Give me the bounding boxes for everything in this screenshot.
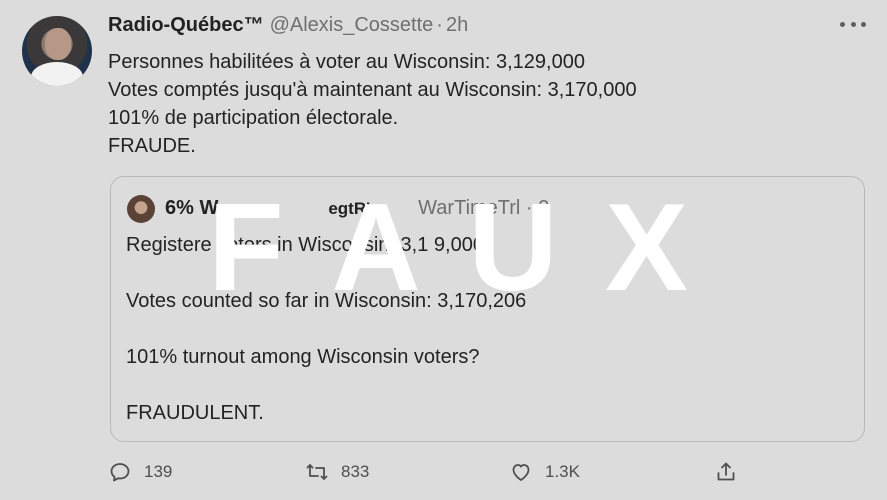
quoted-text: Registere voters in Wisconsin: 3,1 9,000… <box>126 231 526 427</box>
quoted-author-name-tail: egtR' <box>328 199 371 218</box>
action-bar: 139 833 1.3K <box>108 460 848 488</box>
quoted-header: 6% W egtR' WarTimeTrl · 2 <box>165 197 549 220</box>
tweet-card[interactable]: Radio-Québec™ @Alexis_Cossette · 2h Personn… <box>0 0 887 500</box>
tweet-line: 101% de participation électorale. <box>108 107 399 129</box>
reply-count: 139 <box>144 462 173 481</box>
author-avatar[interactable] <box>22 16 92 86</box>
quoted-line <box>126 259 526 287</box>
tweet-line: Personnes habilitées à voter au Wisconsi… <box>108 51 585 73</box>
quoted-handle[interactable]: WarTimeTrl · 2 <box>418 197 549 219</box>
more-icon[interactable] <box>840 16 866 32</box>
quoted-line <box>126 371 526 399</box>
share-button[interactable] <box>714 460 738 484</box>
avatar-face <box>45 28 71 60</box>
reply-icon <box>110 463 130 482</box>
author-name[interactable]: Radio-Québec™ <box>108 14 264 36</box>
quoted-line: 101% turnout among Wisconsin voters? <box>126 346 480 368</box>
author-handle[interactable]: @Alexis_Cossette <box>270 14 434 36</box>
like-count: 1.3K <box>545 462 580 481</box>
separator-dot: · <box>436 14 443 36</box>
retweet-count: 833 <box>341 462 370 481</box>
tweet-line: Votes comptés jusqu'à maintenant au Wisc… <box>108 79 637 101</box>
reply-button[interactable]: 139 <box>108 460 172 484</box>
quoted-tweet[interactable]: 6% W egtR' WarTimeTrl · 2 Registere voters… <box>110 176 865 442</box>
tweet-time[interactable]: 2h <box>446 14 468 36</box>
quoted-author-name[interactable]: 6% W <box>165 197 218 219</box>
heart-icon <box>512 464 530 481</box>
more-dot <box>861 21 866 27</box>
retweet-button[interactable]: 833 <box>305 460 369 484</box>
tweet-text: Personnes habilitées à voter au Wisconsi… <box>108 48 828 160</box>
like-button[interactable]: 1.3K <box>509 460 580 484</box>
share-icon <box>717 462 735 481</box>
quoted-line: Registere voters in Wisconsin: 3,1 9,000 <box>126 234 484 256</box>
tweet-header: Radio-Québec™ @Alexis_Cossette · 2h <box>108 14 468 37</box>
quoted-line: FRAUDULENT. <box>126 402 264 424</box>
retweet-icon <box>306 464 328 480</box>
quoted-line: Votes counted so far in Wisconsin: 3,170… <box>126 290 527 312</box>
more-dot <box>840 21 845 27</box>
avatar-shirt <box>31 62 83 86</box>
quoted-avatar[interactable] <box>127 195 155 223</box>
tweet-line: FRAUDE. <box>108 135 196 157</box>
quoted-line <box>126 315 526 343</box>
more-dot <box>850 21 856 27</box>
